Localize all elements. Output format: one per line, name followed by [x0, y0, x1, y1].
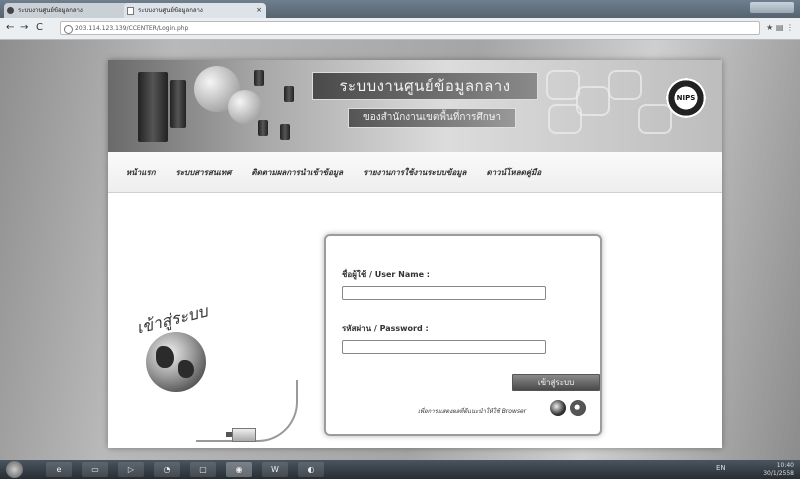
nav-item-import-tracking[interactable]: ติดตามผลการนำเข้าข้อมูล	[241, 166, 353, 179]
site-banner: ระบบงานศูนย์ข้อมูลกลาง ของสำนักงานเขตพื้…	[108, 60, 722, 152]
browser-tab-bar: ระบบงานศูนย์ข้อมูลกลาง × ระบบงานศูนย์ข้อ…	[0, 0, 800, 18]
info-icon	[64, 25, 73, 34]
database-icon	[258, 120, 268, 136]
taskbar-ie-icon[interactable]: e	[46, 462, 72, 477]
taskbar-explorer-icon[interactable]: ▭	[82, 462, 108, 477]
bookmark-star-icon[interactable]: ★ ▤ ⋮	[766, 23, 794, 32]
login-button[interactable]: เข้าสู่ระบบ	[512, 374, 600, 391]
password-label: รหัสผ่าน / Password :	[342, 324, 429, 333]
firefox-browser-icon	[570, 400, 586, 416]
username-input[interactable]	[342, 286, 546, 300]
start-menu-icon[interactable]	[6, 461, 23, 478]
url-input[interactable]: 203.114.123.139/CCENTER/Login.php	[60, 21, 760, 35]
tab-title: ระบบงานศูนย์ข้อมูลกลาง	[18, 7, 83, 14]
main-nav: หน้าแรก ระบบสารสนเทศ ติดตามผลการนำเข้าข้…	[108, 152, 722, 193]
taskbar-app-icon[interactable]: ◐	[298, 462, 324, 477]
taskbar-app-icon[interactable]: ▢	[190, 462, 216, 477]
clock-date: 30/1/2558	[763, 470, 794, 477]
browser-tab-1[interactable]: ระบบงานศูนย์ข้อมูลกลาง ×	[4, 3, 138, 18]
cloud-graphic	[228, 90, 262, 124]
hexagon-decoration	[548, 104, 582, 134]
chrome-browser-icon	[550, 400, 566, 416]
nav-item-home[interactable]: หน้าแรก	[116, 166, 166, 179]
language-indicator[interactable]: EN	[716, 464, 726, 472]
nav-item-manual-download[interactable]: ดาวน์โหลดคู่มือ	[476, 166, 551, 179]
server-rack-icon	[170, 80, 186, 128]
taskbar-word-icon[interactable]: W	[262, 462, 288, 477]
network-plug-icon	[232, 428, 256, 442]
banner-subtitle: ของสำนักงานเขตพื้นที่การศึกษา	[348, 108, 516, 128]
url-text: 203.114.123.139/CCENTER/Login.php	[75, 25, 189, 32]
login-panel: ชื่อผู้ใช้ / User Name : รหัสผ่าน / Pass…	[324, 234, 602, 436]
close-tab-icon[interactable]: ×	[256, 3, 262, 18]
banner-title: ระบบงานศูนย์ข้อมูลกลาง	[312, 72, 538, 100]
database-icon	[280, 124, 290, 140]
os-taskbar: e ▭ ▷ ◔ ▢ ◉ W ◐ EN 10:40 30/1/2558	[0, 460, 800, 479]
password-input[interactable]	[342, 340, 546, 354]
nav-item-usage-report[interactable]: รายงานการใช้งานระบบข้อมูล	[353, 166, 476, 179]
forward-arrow-icon[interactable]: →	[20, 21, 28, 35]
site-container: ระบบงานศูนย์ข้อมูลกลาง ของสำนักงานเขตพื้…	[108, 60, 722, 448]
taskbar-app-icon[interactable]: ◔	[154, 462, 180, 477]
nav-item-info-system[interactable]: ระบบสารสนเทศ	[166, 166, 242, 179]
nav-menu: หน้าแรก ระบบสารสนเทศ ติดตามผลการนำเข้าข้…	[116, 166, 551, 179]
taskbar-chrome-icon[interactable]: ◉	[226, 462, 252, 477]
username-label: ชื่อผู้ใช้ / User Name :	[342, 270, 431, 279]
hexagon-decoration	[608, 70, 642, 100]
server-rack-icon	[138, 72, 168, 142]
hexagon-decoration	[638, 104, 672, 134]
favicon-icon	[127, 7, 134, 15]
system-clock[interactable]: 10:40 30/1/2558	[763, 462, 794, 478]
organization-seal-logo: NIPS	[666, 78, 706, 118]
browser-recommendation: เพื่อการแสดงผลที่ดีแนะนำให้ใช้ Browser	[418, 408, 527, 415]
tab-title: ระบบงานศูนย์ข้อมูลกลาง	[138, 7, 203, 14]
database-icon	[284, 86, 294, 102]
taskbar-media-icon[interactable]: ▷	[118, 462, 144, 477]
clock-time: 10:40	[776, 462, 794, 469]
globe-land	[178, 360, 194, 378]
hexagon-decoration	[546, 70, 580, 100]
reload-icon[interactable]: C	[36, 21, 43, 35]
address-bar-row: ← → C 203.114.123.139/CCENTER/Login.php …	[0, 18, 800, 40]
globe-land	[156, 346, 174, 368]
favicon-icon	[7, 7, 14, 14]
window-controls[interactable]	[750, 2, 794, 13]
back-arrow-icon[interactable]: ←	[6, 21, 14, 35]
database-icon	[254, 70, 264, 86]
browser-tab-2[interactable]: ระบบงานศูนย์ข้อมูลกลาง ×	[124, 3, 266, 18]
